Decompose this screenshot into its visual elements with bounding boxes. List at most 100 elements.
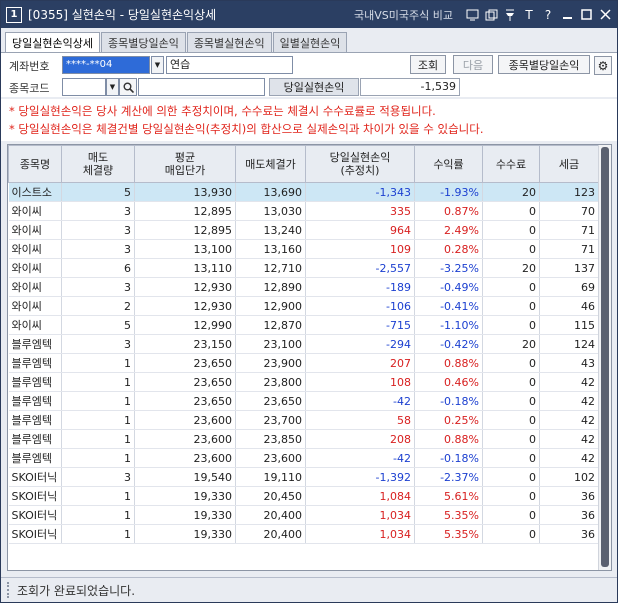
cell-avg: 23,600: [134, 410, 236, 430]
stock-code-input[interactable]: [62, 78, 106, 96]
cell-name: 블루엠텍: [8, 410, 62, 430]
cell-avg: 12,930: [134, 296, 236, 316]
cell-sell: 23,100: [235, 334, 306, 354]
tab-daily-realized-detail[interactable]: 당일실현손익상세: [5, 32, 100, 52]
cell-name: 블루엠텍: [8, 372, 62, 392]
table-row[interactable]: 와이씨 3 13,100 13,160 109 0.28% 0 71: [8, 239, 599, 259]
next-button[interactable]: 다음: [453, 55, 493, 74]
account-number-input[interactable]: ****-**04: [62, 56, 150, 74]
cell-avg: 12,930: [134, 277, 236, 297]
table-row[interactable]: 와이씨 6 13,110 12,710 -2,557 -3.25% 20 137: [8, 258, 599, 278]
table-row[interactable]: 와이씨 5 12,990 12,870 -715 -1.10% 0 115: [8, 315, 599, 335]
gear-icon[interactable]: ⚙: [594, 56, 612, 75]
table-row[interactable]: 와이씨 3 12,895 13,240 964 2.49% 0 71: [8, 220, 599, 240]
cell-name: 블루엠텍: [8, 334, 62, 354]
table-row[interactable]: 이스트소 5 13,930 13,690 -1,343 -1.93% 20 123: [8, 182, 599, 202]
cell-qty: 1: [61, 372, 135, 392]
cell-tax: 42: [539, 429, 599, 449]
compare-link[interactable]: 국내VS미국주식 비교: [354, 7, 453, 23]
cell-sell: 20,450: [235, 486, 306, 506]
cell-pl: -106: [305, 296, 415, 316]
cell-name: 와이씨: [8, 315, 62, 335]
col-daily-pl[interactable]: 당일실현손익 (추정치): [305, 145, 415, 183]
cell-rate: 5.35%: [414, 505, 483, 525]
maximize-icon[interactable]: [578, 7, 594, 23]
cell-fee: 0: [482, 315, 540, 335]
col-sell-qty[interactable]: 매도 체결량: [61, 145, 135, 183]
cell-qty: 1: [61, 391, 135, 411]
cell-qty: 3: [61, 277, 135, 297]
cell-pl: 1,034: [305, 505, 415, 525]
close-icon[interactable]: [597, 7, 613, 23]
table-row[interactable]: SKOI터닉 1 19,330 20,400 1,034 5.35% 0 36: [8, 524, 599, 544]
cell-sell: 13,240: [235, 220, 306, 240]
table-header-row: 종목명 매도 체결량 평균 매입단가 매도체결가 당일실현손익 (추정치) 수익률 수수료 세금: [8, 145, 599, 183]
account-label: 계좌번호: [9, 60, 50, 73]
cell-tax: 42: [539, 410, 599, 430]
table-row[interactable]: 와이씨 3 12,895 13,030 335 0.87% 0 70: [8, 201, 599, 221]
text-icon[interactable]: T: [521, 7, 537, 23]
tab-daily-by-stock[interactable]: 종목별당일손익: [100, 32, 186, 52]
table-row[interactable]: 블루엠텍 1 23,600 23,850 208 0.88% 0 42: [8, 429, 599, 449]
table-row[interactable]: SKOI터닉 1 19,330 20,400 1,034 5.35% 0 36: [8, 505, 599, 525]
cell-rate: 2.49%: [414, 220, 483, 240]
cell-pl: -1,343: [305, 182, 415, 202]
cell-sell: 23,650: [235, 391, 306, 411]
table-row[interactable]: 블루엠텍 1 23,650 23,900 207 0.88% 0 43: [8, 353, 599, 373]
cell-name: 이스트소: [8, 182, 62, 202]
cell-qty: 3: [61, 220, 135, 240]
table-row[interactable]: 블루엠텍 1 23,600 23,600 -42 -0.18% 0 42: [8, 448, 599, 468]
cell-name: SKOI터닉: [8, 524, 62, 544]
query-button[interactable]: 조회: [410, 55, 446, 74]
cell-avg: 23,600: [134, 429, 236, 449]
cell-fee: 0: [482, 429, 540, 449]
cell-tax: 102: [539, 467, 599, 487]
by-stock-pl-button[interactable]: 종목별당일손익: [498, 55, 590, 74]
cell-pl: -1,392: [305, 467, 415, 487]
cell-qty: 1: [61, 429, 135, 449]
cell-tax: 124: [539, 334, 599, 354]
table-row[interactable]: 블루엠텍 1 23,600 23,700 58 0.25% 0 42: [8, 410, 599, 430]
pl-table: 종목명 매도 체결량 평균 매입단가 매도체결가 당일실현손익 (추정치) 수익률 수수료 세금 이…: [8, 145, 599, 544]
col-tax[interactable]: 세금: [539, 145, 599, 183]
table-row[interactable]: 와이씨 2 12,930 12,900 -106 -0.41% 0 46: [8, 296, 599, 316]
cell-sell: 13,690: [235, 182, 306, 202]
cell-sell: 19,110: [235, 467, 306, 487]
table-row[interactable]: 와이씨 3 12,930 12,890 -189 -0.49% 0 69: [8, 277, 599, 297]
copy-icon[interactable]: [483, 7, 499, 23]
tab-realized-by-day[interactable]: 일별실현손익: [272, 32, 348, 52]
col-return-rate[interactable]: 수익률: [414, 145, 483, 183]
help-icon[interactable]: ?: [540, 7, 556, 23]
table-row[interactable]: 블루엠텍 1 23,650 23,650 -42 -0.18% 0 42: [8, 391, 599, 411]
cell-avg: 23,650: [134, 391, 236, 411]
table-row[interactable]: SKOI터닉 1 19,330 20,450 1,084 5.61% 0 36: [8, 486, 599, 506]
cell-tax: 71: [539, 220, 599, 240]
cell-avg: 23,600: [134, 448, 236, 468]
col-avg-buy-price[interactable]: 평균 매입단가: [134, 145, 236, 183]
notice-line-1: * 당일실현손익은 당사 계산에 의한 추정치이며, 수수료는 체결시 수수료률…: [9, 104, 436, 118]
col-stock-name[interactable]: 종목명: [8, 145, 62, 183]
screen-icon[interactable]: [464, 7, 480, 23]
tab-realized-by-stock[interactable]: 종목별실현손익: [186, 32, 272, 52]
cell-pl: -294: [305, 334, 415, 354]
vertical-scrollbar[interactable]: [598, 145, 611, 570]
scrollbar-thumb[interactable]: [601, 147, 609, 567]
col-sell-price[interactable]: 매도체결가: [235, 145, 306, 183]
status-bar: 조회가 완료되었습니다.: [1, 577, 617, 602]
pin-icon[interactable]: [502, 7, 518, 23]
table-row[interactable]: SKOI터닉 3 19,540 19,110 -1,392 -2.37% 0 102: [8, 467, 599, 487]
cell-qty: 2: [61, 296, 135, 316]
stock-code-dropdown-icon[interactable]: ▼: [106, 78, 119, 96]
col-fee[interactable]: 수수료: [482, 145, 540, 183]
cell-avg: 13,930: [134, 182, 236, 202]
table-row[interactable]: 블루엠텍 1 23,650 23,800 108 0.46% 0 42: [8, 372, 599, 392]
cell-tax: 71: [539, 239, 599, 259]
search-icon[interactable]: [119, 78, 137, 96]
minimize-icon[interactable]: [559, 7, 575, 23]
col-stock-name-line: 종목명: [19, 157, 51, 171]
cell-pl: -715: [305, 315, 415, 335]
col-sell-price-line: 매도체결가: [245, 157, 296, 171]
col-avg-buy-price-line: 평균: [174, 151, 196, 164]
table-row[interactable]: 블루엠텍 3 23,150 23,100 -294 -0.42% 20 124: [8, 334, 599, 354]
account-dropdown-icon[interactable]: ▼: [151, 56, 164, 74]
